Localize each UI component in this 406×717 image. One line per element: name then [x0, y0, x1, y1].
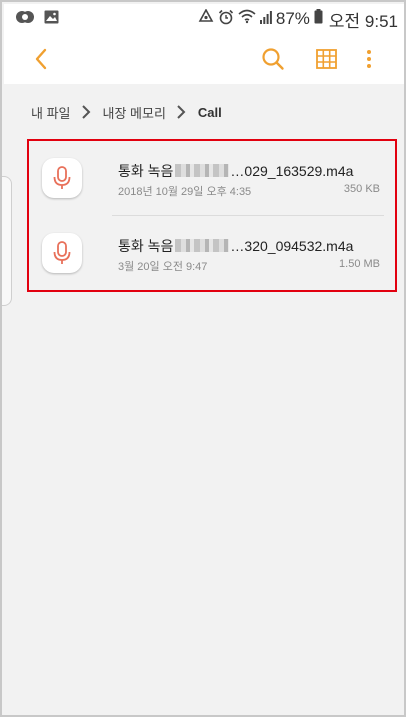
microphone-icon: [42, 233, 82, 273]
breadcrumb-my-files[interactable]: 내 파일: [31, 103, 71, 122]
battery-percent: 87%: [275, 9, 310, 28]
phone-screen: 87% 오전 9:51 내 파일 내장 메모리 Call 통화 녹음 …029_…: [0, 0, 406, 717]
file-list: 통화 녹음 …029_163529.m4a 2018년 10월 29일 오후 4:…: [12, 140, 398, 290]
breadcrumb-call: Call: [197, 104, 222, 120]
chevron-right-icon: [81, 104, 91, 120]
file-name: 통화 녹음 …320_094532.m4a: [118, 236, 353, 256]
list-item[interactable]: 통화 녹음 …320_094532.m4a 3월 20일 오전 9:47 1.50…: [12, 215, 398, 290]
edge-panel-handle[interactable]: [2, 176, 12, 306]
battery-icon: [314, 9, 323, 29]
redacted-phone-number: [175, 239, 230, 252]
wifi-icon: [238, 9, 256, 29]
signal-icon: [259, 9, 272, 29]
chevron-right-icon: [176, 104, 186, 120]
file-date: 2018년 10월 29일 오후 4:35: [118, 186, 252, 198]
back-icon[interactable]: [30, 46, 54, 72]
file-list-area: 통화 녹음 …029_163529.m4a 2018년 10월 29일 오후 4:…: [2, 140, 404, 715]
file-size: 350 KB: [343, 183, 380, 195]
clock: 오전 9:51: [328, 11, 398, 31]
gallery-icon: [44, 10, 59, 29]
file-name-prefix: 통화 녹음: [118, 163, 174, 179]
file-date: 3월 20일 오전 9:47: [118, 261, 208, 273]
search-icon[interactable]: [260, 46, 286, 72]
app-icon: [16, 9, 34, 30]
status-bar: 87% 오전 9:51: [4, 4, 404, 34]
redacted-phone-number: [175, 164, 230, 177]
action-bar: [4, 34, 404, 84]
microphone-icon: [42, 158, 82, 198]
breadcrumb-internal-storage[interactable]: 내장 메모리: [103, 103, 166, 122]
list-item[interactable]: 통화 녹음 …029_163529.m4a 2018년 10월 29일 오후 4:…: [12, 140, 398, 215]
recycle-icon: [198, 8, 214, 29]
file-size: 1.50 MB: [339, 258, 380, 270]
file-name-suffix: …029_163529.m4a: [230, 163, 354, 179]
alarm-icon: [218, 9, 234, 30]
more-options-icon[interactable]: [362, 46, 376, 72]
file-name-suffix: …320_094532.m4a: [230, 238, 354, 254]
grid-view-icon[interactable]: [315, 46, 339, 72]
breadcrumb: 내 파일 내장 메모리 Call: [4, 84, 404, 140]
file-name: 통화 녹음 …029_163529.m4a: [118, 161, 353, 181]
list-divider: [112, 215, 384, 216]
file-name-prefix: 통화 녹음: [118, 238, 174, 254]
